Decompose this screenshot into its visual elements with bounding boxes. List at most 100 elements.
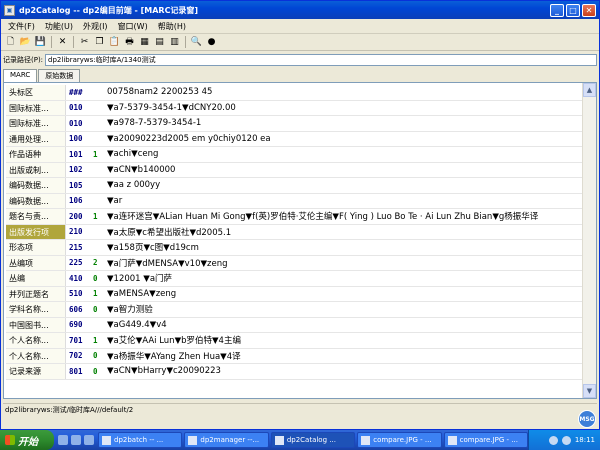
explorer-icon[interactable]: [71, 435, 81, 445]
field-value[interactable]: ▼a连环迷宫▼ALian Huan Mi Gong▼f(英)罗伯特·艾伦主编▼F…: [105, 210, 582, 222]
cut-icon[interactable]: ✂: [78, 36, 91, 49]
search-icon[interactable]: 🔍: [190, 36, 203, 49]
marc-field-row[interactable]: 出版或制... 102 ▼aCN▼b140000: [6, 162, 582, 178]
field-value[interactable]: ▼aCN▼b140000: [105, 165, 582, 175]
desktop-icon[interactable]: [84, 435, 94, 445]
ie-icon[interactable]: [58, 435, 68, 445]
marc-field-row[interactable]: 编码数据... 106 ▼ar: [6, 193, 582, 209]
task-label: compare.JPG - ...: [459, 436, 518, 444]
marc-field-row[interactable]: 作品语种 101 1 ▼achi▼ceng: [6, 147, 582, 163]
marc-field-row[interactable]: 编码数据... 105 ▼aa z 000yy: [6, 178, 582, 194]
field-name: 出版发行项: [6, 224, 66, 239]
menu-function[interactable]: 功能(U): [40, 21, 78, 32]
field-value[interactable]: ▼aCN▼bHarry▼c20090223: [105, 366, 582, 376]
field-indicator: 1: [93, 335, 98, 345]
minimize-button[interactable]: _: [550, 3, 564, 17]
field-value[interactable]: ▼aa z 000yy: [105, 180, 582, 190]
print-icon[interactable]: 🖶: [123, 36, 136, 49]
menu-window[interactable]: 窗口(W): [113, 21, 153, 32]
scroll-up-icon[interactable]: ▲: [583, 83, 596, 97]
field-value[interactable]: ▼12001 ▼a门萨: [105, 272, 582, 284]
record-path-input[interactable]: dp2libraryws:临时库A/1340测试: [45, 54, 597, 66]
marc-field-row[interactable]: 丛编项 225 2 ▼a门萨▼dMENSA▼v10▼zeng: [6, 255, 582, 271]
tab-marc[interactable]: MARC: [3, 69, 38, 82]
marc-field-row[interactable]: 并列正题名 510 1 ▼aMENSA▼zeng: [6, 286, 582, 302]
field-value[interactable]: ▼aG449.4▼v4: [105, 320, 582, 330]
bookmark-icon[interactable]: ▥: [168, 36, 181, 49]
field-tag: 200: [69, 211, 83, 221]
new-icon[interactable]: 🗋: [4, 36, 17, 49]
open-icon[interactable]: 📂: [19, 36, 32, 49]
field-value[interactable]: ▼a智力测验: [105, 303, 582, 315]
field-value[interactable]: ▼a7-5379-3454-1▼dCNY20.00: [105, 103, 582, 113]
marc-field-row[interactable]: 出版发行项 210 ▼a太原▼c希望出版社▼d2005.1: [6, 224, 582, 240]
field-name: 形态项: [6, 240, 66, 255]
marc-field-row[interactable]: 通用处理... 100 ▼a20090223d2005 em y0chiy0120 …: [6, 131, 582, 147]
menu-bar: 文件(F) 功能(U) 外观(I) 窗口(W) 帮助(H): [1, 19, 599, 34]
task-compare-2[interactable]: compare.JPG - ...: [443, 432, 528, 448]
marc-field-row[interactable]: 个人名称... 701 1 ▼a艾伦▼AAi Lun▼b罗伯特▼4主编: [6, 333, 582, 349]
marc-field-row[interactable]: 国际标准... 010 ▼a7-5379-3454-1▼dCNY20.00: [6, 100, 582, 116]
close-button[interactable]: ✕: [582, 3, 596, 17]
paste-icon[interactable]: 📋: [108, 36, 121, 49]
field-value[interactable]: ▼a门萨▼dMENSA▼v10▼zeng: [105, 257, 582, 269]
maximize-button[interactable]: □: [566, 3, 580, 17]
field-value[interactable]: ▼a20090223d2005 em y0chiy0120 ea: [105, 134, 582, 144]
marc-field-row[interactable]: 形态项 215 ▼a158页▼c图▼d19cm: [6, 240, 582, 256]
copy-icon[interactable]: ❐: [93, 36, 106, 49]
windows-flag-icon: [5, 435, 15, 445]
field-value[interactable]: ▼ar: [105, 196, 582, 206]
marc-field-row[interactable]: 题名与责... 200 1 ▼a连环迷宫▼ALian Huan Mi Gong▼f(英…: [6, 209, 582, 225]
app-icon: [102, 435, 111, 445]
msg-badge[interactable]: MSG: [578, 410, 596, 428]
marc-field-row[interactable]: 国际标准... 010 ▼a978-7-5379-3454-1: [6, 116, 582, 132]
task-dp2manager[interactable]: dp2manager --...: [184, 432, 269, 448]
menu-file[interactable]: 文件(F): [3, 21, 40, 32]
tab-raw-data[interactable]: 原始数据: [38, 69, 81, 82]
field-value[interactable]: ▼a杨振华▼AYang Zhen Hua▼4译: [105, 350, 582, 362]
template-icon[interactable]: ▤: [153, 36, 166, 49]
network-icon[interactable]: [548, 435, 558, 445]
field-tag: ###: [69, 87, 83, 97]
tab-strip: MARC 原始数据: [3, 69, 81, 82]
volume-icon[interactable]: [561, 435, 571, 445]
menu-help[interactable]: 帮助(H): [153, 21, 191, 32]
delete-icon[interactable]: ✕: [56, 36, 69, 49]
field-name: 编码数据...: [6, 178, 66, 193]
stop-icon[interactable]: ●: [205, 36, 218, 49]
marc-field-row[interactable]: 记录来源 801 0 ▼aCN▼bHarry▼c20090223: [6, 364, 582, 380]
vertical-scrollbar[interactable]: ▲ ▼: [582, 83, 596, 398]
start-button[interactable]: 开始: [0, 430, 54, 450]
app-icon: [188, 435, 198, 445]
marc-field-row[interactable]: 个人名称... 702 0 ▼a杨振华▼AYang Zhen Hua▼4译: [6, 348, 582, 364]
save-icon[interactable]: 💾: [34, 36, 47, 49]
task-dp2batch[interactable]: dp2batch -- ...: [98, 432, 183, 448]
field-value[interactable]: ▼aMENSA▼zeng: [105, 289, 582, 299]
marc-editor[interactable]: 头标区 ### 00758nam2 2200253 45 国际标准... 010 ▼a7-…: [3, 82, 597, 399]
calendar-icon[interactable]: ▦: [138, 36, 151, 49]
field-value[interactable]: ▼achi▼ceng: [105, 149, 582, 159]
record-path-label: 记录路径(P):: [3, 56, 44, 64]
app-icon: ▣: [4, 4, 15, 16]
field-name: 头标区: [6, 85, 66, 100]
field-value[interactable]: 00758nam2 2200253 45: [105, 87, 582, 97]
marc-field-row[interactable]: 中国图书... 690 ▼aG449.4▼v4: [6, 317, 582, 333]
field-name: 题名与责...: [6, 209, 66, 224]
field-name: 国际标准...: [6, 100, 66, 115]
field-name: 国际标准...: [6, 116, 66, 131]
field-name: 出版或制...: [6, 162, 66, 177]
field-value[interactable]: ▼a978-7-5379-3454-1: [105, 118, 582, 128]
taskbar: 开始 dp2batch -- ... dp2manager --... dp2C…: [0, 430, 600, 450]
marc-field-row[interactable]: 学科名称... 606 0 ▼a智力测验: [6, 302, 582, 318]
field-name: 记录来源: [6, 364, 66, 379]
field-value[interactable]: ▼a太原▼c希望出版社▼d2005.1: [105, 226, 582, 238]
field-value[interactable]: ▼a艾伦▼AAi Lun▼b罗伯特▼4主编: [105, 334, 582, 346]
marc-field-row[interactable]: 丛编 410 0 ▼12001 ▼a门萨: [6, 271, 582, 287]
marc-field-row[interactable]: 头标区 ### 00758nam2 2200253 45: [6, 85, 582, 101]
scroll-down-icon[interactable]: ▼: [583, 384, 596, 398]
task-compare-1[interactable]: compare.JPG - ...: [357, 432, 442, 448]
task-dp2catalog[interactable]: dp2Catalog ...: [270, 432, 356, 448]
field-name: 并列正题名: [6, 286, 66, 301]
menu-appearance[interactable]: 外观(I): [78, 21, 113, 32]
field-value[interactable]: ▼a158页▼c图▼d19cm: [105, 241, 582, 253]
